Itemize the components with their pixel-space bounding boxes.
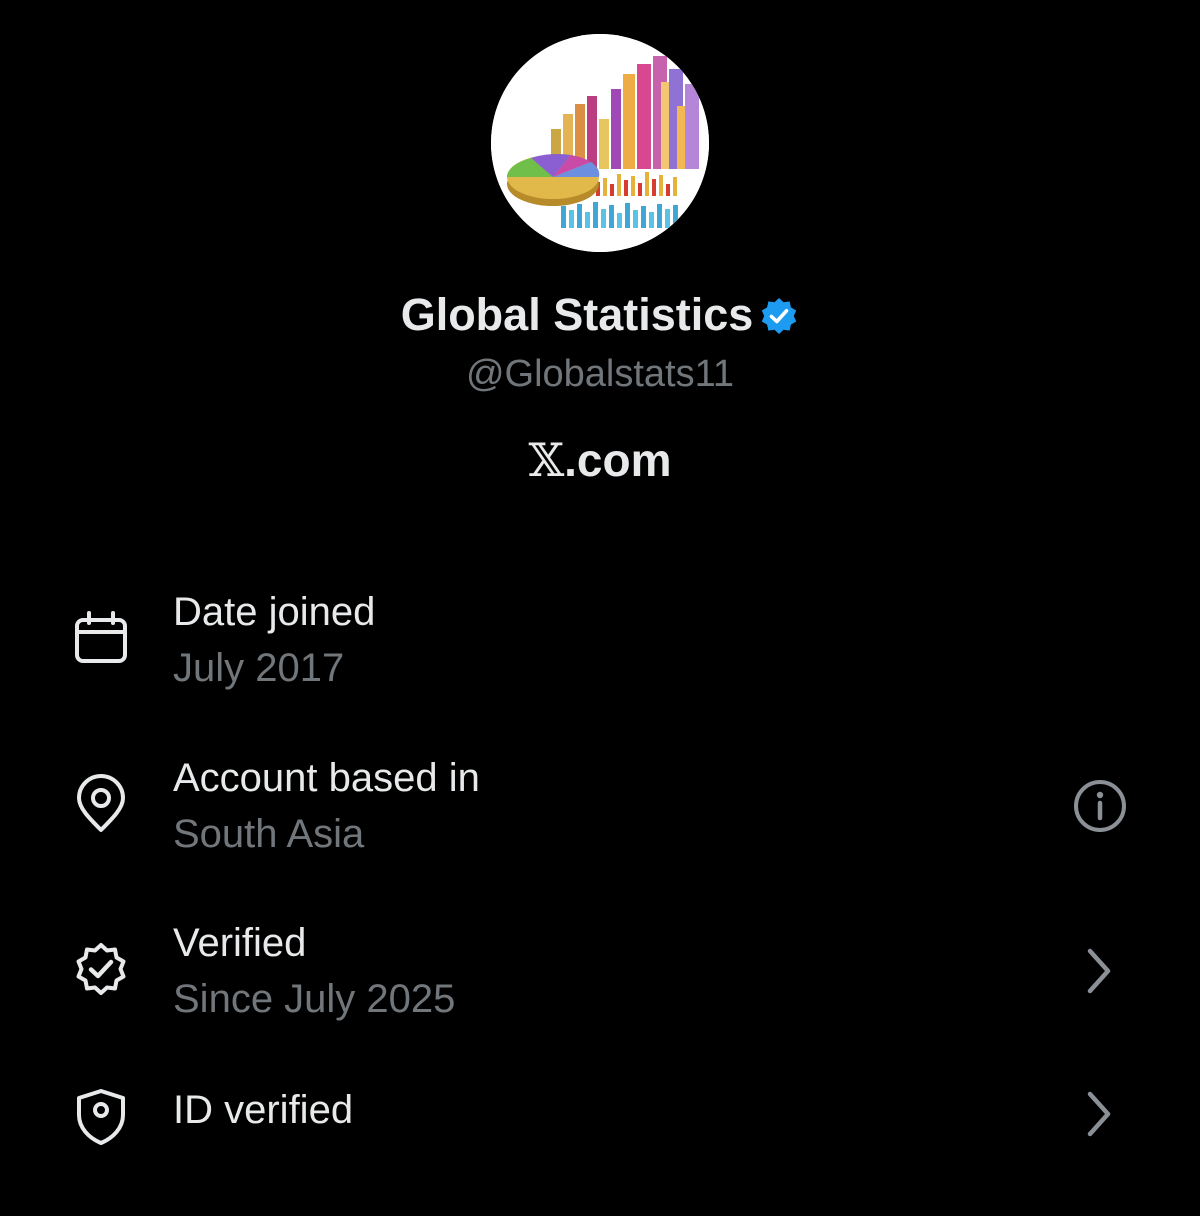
site-name: 𝕏.com: [0, 432, 1200, 488]
info-icon[interactable]: [1072, 778, 1128, 834]
chevron-right-icon[interactable]: [1072, 1086, 1128, 1142]
chevron-right-icon[interactable]: [1072, 943, 1128, 999]
account-location-row: Account based in South Asia: [0, 754, 1200, 884]
date-joined-value: July 2017: [173, 646, 345, 690]
verified-row[interactable]: Verified Since July 2025: [0, 919, 1200, 1049]
account-location-label: Account based in: [173, 756, 480, 800]
date-joined-label: Date joined: [173, 590, 376, 634]
profile-avatar[interactable]: [491, 34, 709, 252]
site-suffix: .com: [564, 434, 672, 486]
id-verified-label: ID verified: [173, 1088, 354, 1132]
id-shield-icon: [72, 1088, 130, 1146]
date-joined-row: Date joined July 2017: [0, 588, 1200, 718]
verified-seal-icon: [72, 941, 130, 999]
display-name: Global Statistics: [400, 289, 754, 340]
profile-handle: @Globalstats11: [465, 353, 735, 395]
display-name-row: Global Statistics: [0, 288, 1200, 342]
account-location-value: South Asia: [173, 812, 365, 856]
verified-label: Verified: [173, 921, 307, 965]
verified-badge-icon[interactable]: [759, 294, 799, 334]
verified-value: Since July 2025: [173, 977, 456, 1021]
id-verified-row[interactable]: ID verified: [0, 1086, 1200, 1216]
location-pin-icon: [72, 774, 130, 834]
x-logo-glyph: 𝕏: [528, 433, 565, 487]
calendar-icon: [72, 610, 130, 668]
statistics-charts-image: [491, 34, 709, 252]
